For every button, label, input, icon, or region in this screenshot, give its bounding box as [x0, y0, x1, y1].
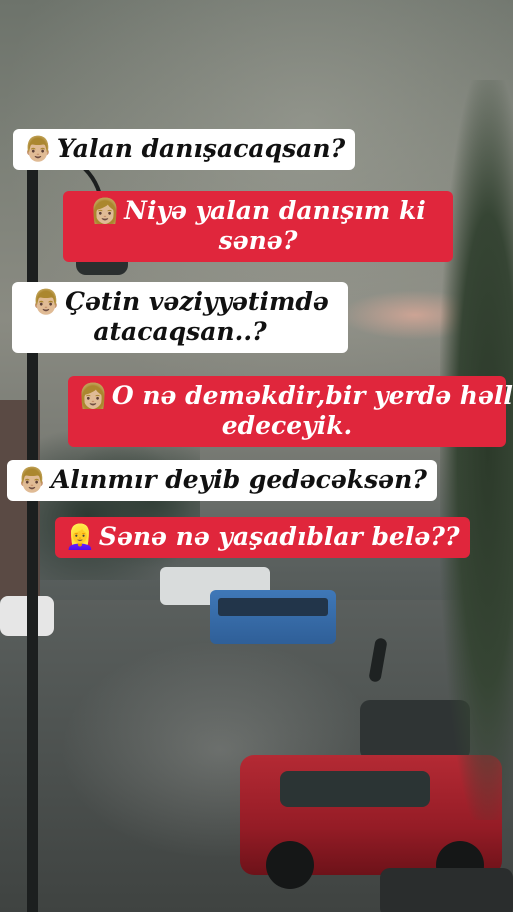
message-bubble: 👩🏼 O nə deməkdir,bir yerdə həll edeceyik. [68, 376, 513, 447]
woman-emoji-icon: 👩🏼 [90, 197, 121, 225]
blue-bus [210, 590, 336, 644]
suv-windows [280, 771, 430, 807]
message-text: O nə deməkdir,bir yerdə həll [111, 381, 513, 410]
message-text: Sənə nə yaşadıblar belə?? [98, 522, 460, 551]
blond-woman-emoji-icon: 👱‍♀️ [65, 523, 95, 551]
message-bubble: 👨🏼 Alınmır deyib gedəcəksən? [7, 460, 437, 501]
message-bubble: 👩🏼 Niyə yalan danışım ki sənə? [63, 191, 453, 262]
message-bubble: 👱‍♀️ Sənə nə yaşadıblar belə?? [55, 517, 470, 558]
message-text: Niyə yalan danışım ki [124, 196, 426, 225]
tree [440, 80, 513, 820]
message-text: Yalan danışacaqsan? [56, 134, 346, 163]
message-bubble: 👨🏼 Çətin vəziyyətimdə atacaqsan..? [12, 282, 348, 353]
woman-emoji-icon: 👩🏼 [78, 382, 108, 410]
man-emoji-icon: 👨🏼 [17, 466, 47, 494]
message-text: Alınmır deyib gedəcəksən? [50, 465, 427, 494]
street-lamp-pole [27, 150, 38, 912]
message-text: Çətin vəziyyətimdə [65, 287, 329, 316]
bus-windows [218, 598, 328, 616]
suv-wheel [266, 841, 314, 889]
message-text: atacaqsan..? [93, 317, 267, 346]
man-emoji-icon: 👨🏼 [23, 135, 53, 163]
message-text: edeceyik. [221, 411, 353, 440]
dark-car-bottom [380, 868, 513, 912]
message-bubble: 👨🏼 Yalan danışacaqsan? [13, 129, 356, 170]
message-text: sənə? [218, 226, 298, 255]
man-emoji-icon: 👨🏼 [31, 288, 62, 316]
